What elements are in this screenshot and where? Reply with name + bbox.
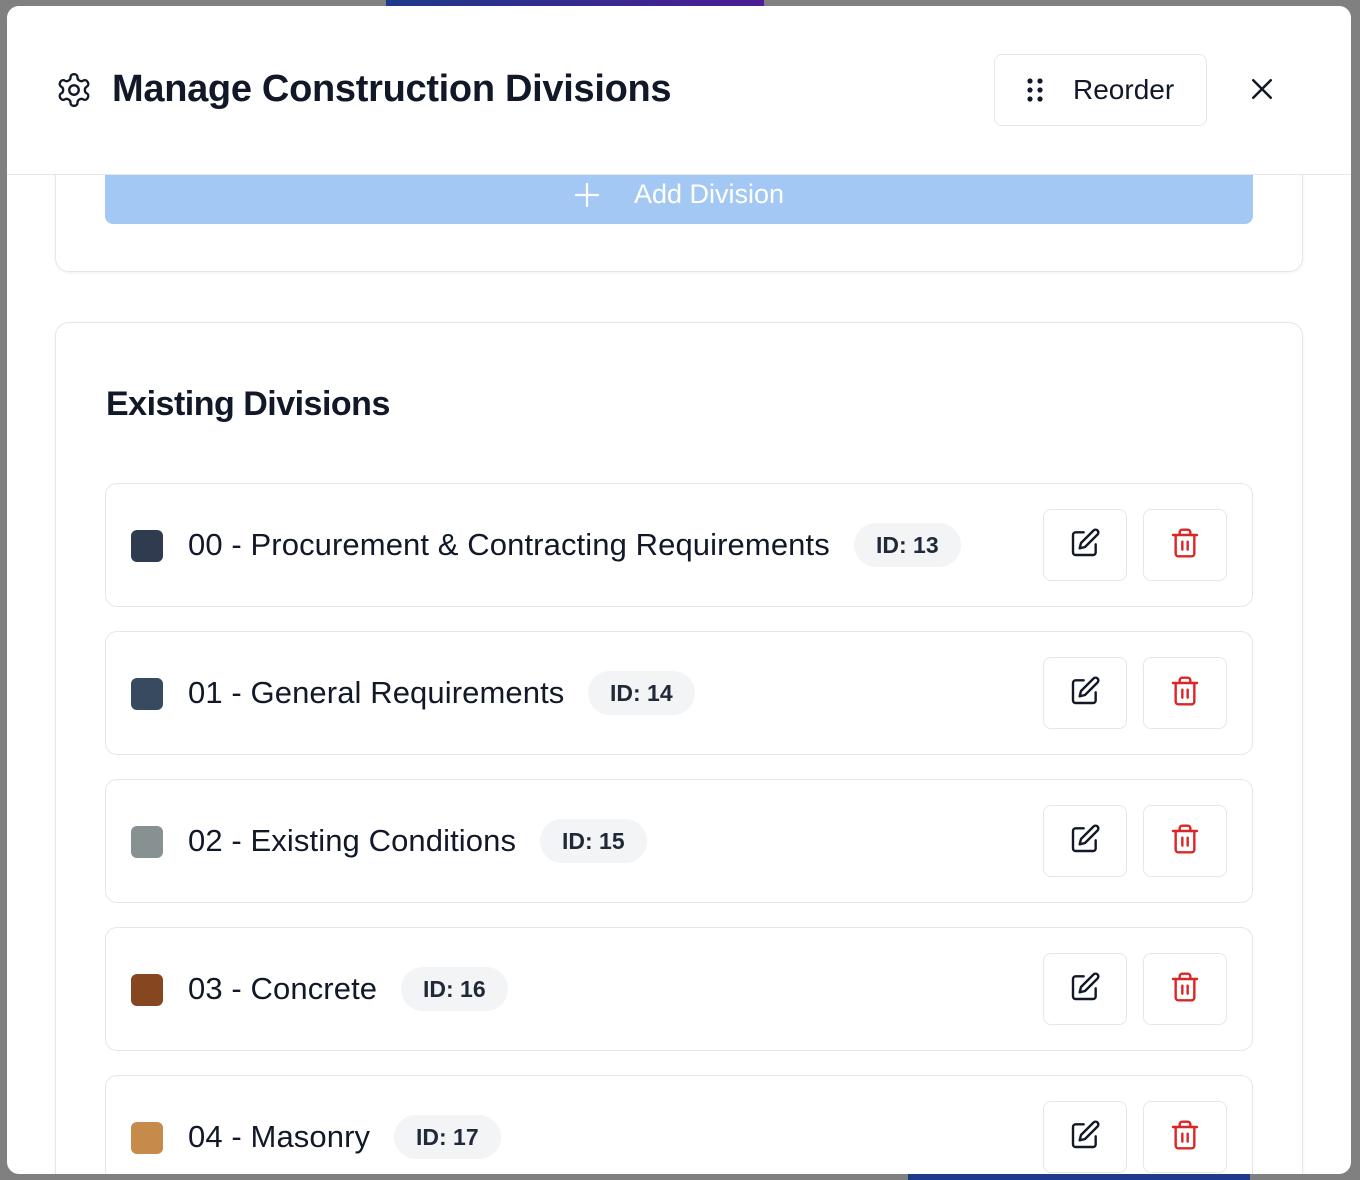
trash-icon [1169,675,1201,712]
edit-icon [1069,527,1101,564]
edit-division-button[interactable] [1043,1101,1127,1173]
manage-divisions-modal: Manage Construction Divisions Reorder Ad… [7,6,1351,1174]
edit-icon [1069,823,1101,860]
edit-icon [1069,971,1101,1008]
division-color-swatch [131,974,163,1006]
edit-icon [1069,675,1101,712]
division-row: 01 - General Requirements ID: 14 [105,631,1253,755]
trash-icon [1169,823,1201,860]
reorder-button[interactable]: Reorder [994,54,1207,126]
division-color-swatch [131,678,163,710]
modal-header: Manage Construction Divisions Reorder [7,6,1351,175]
background-element [908,1174,1250,1180]
plus-icon [574,182,600,208]
division-id-badge: ID: 14 [588,671,695,715]
edit-icon [1069,1119,1101,1156]
division-name: 02 - Existing Conditions [188,823,517,858]
close-icon [1247,74,1277,109]
delete-division-button[interactable] [1143,509,1227,581]
delete-division-button[interactable] [1143,657,1227,729]
delete-division-button[interactable] [1143,1101,1227,1173]
division-row: 02 - Existing Conditions ID: 15 [105,779,1253,903]
division-id-badge: ID: 17 [394,1115,501,1159]
trash-icon [1169,971,1201,1008]
division-id-badge: ID: 13 [854,523,961,567]
trash-icon [1169,1119,1201,1156]
division-id-badge: ID: 15 [540,819,647,863]
division-id-badge: ID: 16 [401,967,508,1011]
trash-icon [1169,527,1201,564]
gear-icon [55,71,93,109]
modal-body[interactable]: Add Division Existing Divisions 00 - Pro… [7,175,1351,1174]
division-color-swatch [131,530,163,562]
division-color-swatch [131,1122,163,1154]
grip-icon [1025,76,1045,104]
division-name: 00 - Procurement & Contracting Requireme… [188,527,830,562]
reorder-label: Reorder [1073,74,1175,105]
edit-division-button[interactable] [1043,657,1127,729]
division-color-swatch [131,826,163,858]
division-name: 03 - Concrete [188,971,378,1006]
close-button[interactable] [1241,70,1283,112]
section-title: Existing Divisions [106,385,390,423]
add-division-button[interactable]: Add Division [105,175,1253,224]
division-row: 03 - Concrete ID: 16 [105,927,1253,1051]
division-name: 04 - Masonry [188,1119,371,1154]
division-row: 04 - Masonry ID: 17 [105,1075,1253,1174]
delete-division-button[interactable] [1143,953,1227,1025]
add-division-label: Add Division [633,179,785,209]
division-name: 01 - General Requirements [188,675,565,710]
edit-division-button[interactable] [1043,953,1127,1025]
edit-division-button[interactable] [1043,509,1127,581]
edit-division-button[interactable] [1043,805,1127,877]
modal-title: Manage Construction Divisions [112,68,672,110]
delete-division-button[interactable] [1143,805,1227,877]
division-row: 00 - Procurement & Contracting Requireme… [105,483,1253,607]
